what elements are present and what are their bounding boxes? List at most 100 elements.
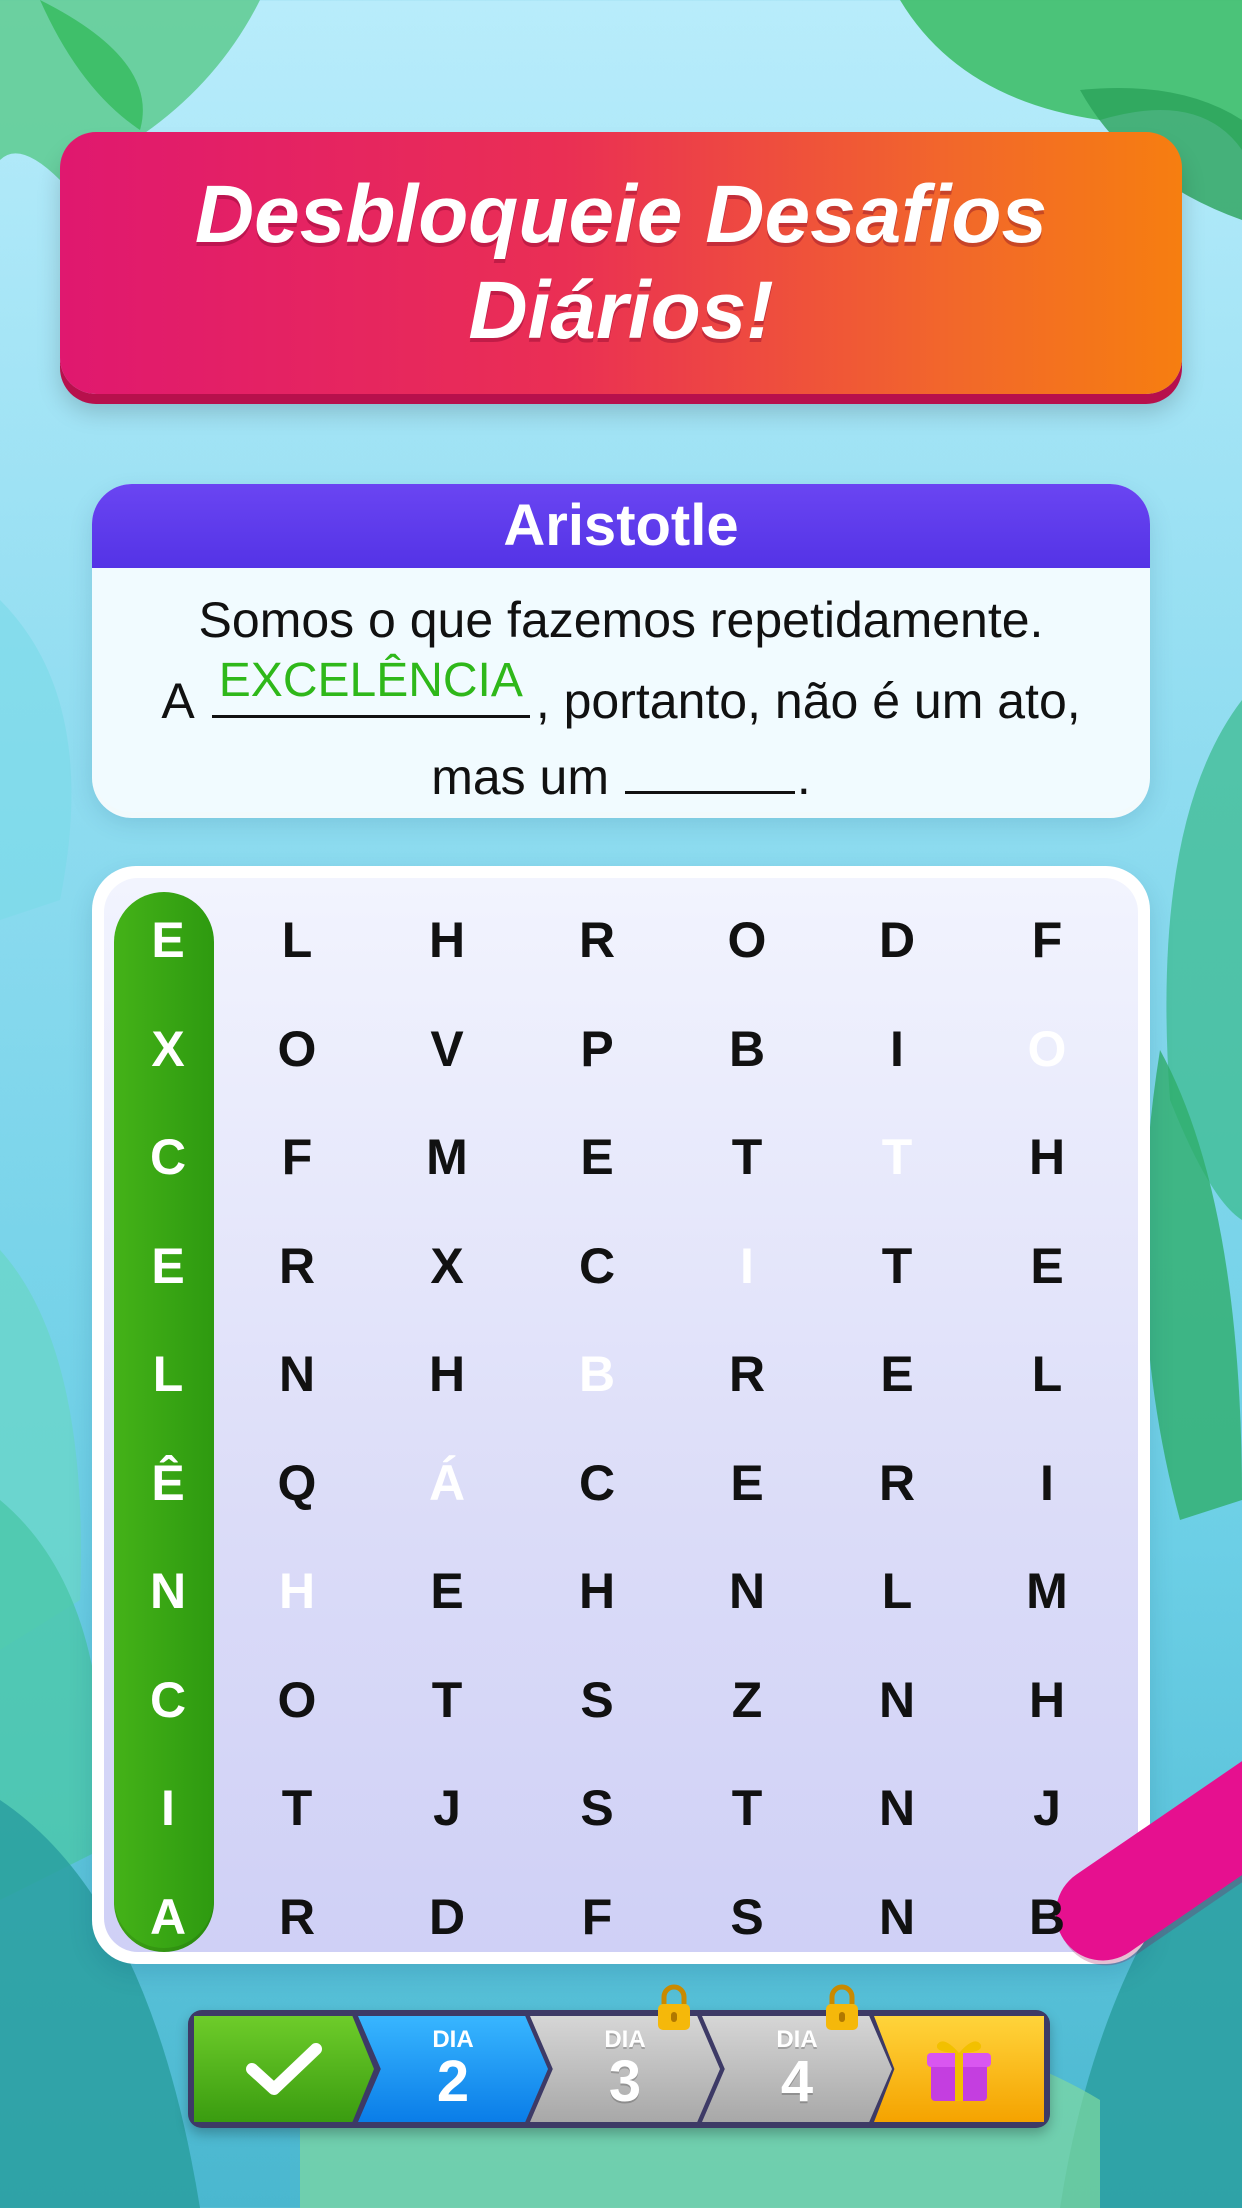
quote-line-1: Somos o que fazemos repetidamente. (198, 592, 1044, 648)
grid-letter-r0-c2[interactable]: H (372, 886, 522, 995)
grid-letter-r1-c4[interactable]: B (672, 995, 822, 1104)
grid-letter-r1-c1[interactable]: O (222, 995, 372, 1104)
grid-letter-r6-c5[interactable]: L (822, 1537, 972, 1646)
grid-letter-r1-c0[interactable]: X (114, 995, 222, 1104)
grid-letter-r8-c5[interactable]: N (822, 1754, 972, 1863)
grid-letter-r9-c5[interactable]: N (822, 1863, 972, 1972)
daily-challenge-banner: Desbloqueie Desafios Diários! (60, 132, 1182, 394)
grid-letter-r9-c6[interactable]: B (972, 1863, 1122, 1972)
day-number: 4 (780, 2049, 814, 2114)
grid-letter-r7-c0[interactable]: C (114, 1646, 222, 1755)
daily-progress-bar: DIA 2 DIA 3 DIA 4 (188, 2010, 1050, 2128)
grid-area[interactable]: ELHRODFXOVPBIOCFMETTHERXCITELNHBRELÊQÁCE… (104, 878, 1242, 1979)
grid-letter-r2-c1[interactable]: F (222, 1103, 372, 1212)
grid-letter-r8-c1[interactable]: T (222, 1754, 372, 1863)
grid-letter-r7-c6[interactable]: H (972, 1646, 1122, 1755)
grid-letter-r5-c2[interactable]: Á (372, 1429, 522, 1538)
grid-letter-r6-c1[interactable]: H (222, 1537, 372, 1646)
grid-letter-r0-c6[interactable]: F (972, 886, 1122, 995)
grid-letter-r9-c2[interactable]: D (372, 1863, 522, 1972)
quote-line-2: A EXCELÊNCIA, portanto, não é um ato, (92, 654, 1150, 739)
grid-letter-r0-c1[interactable]: L (222, 886, 372, 995)
grid-letter-r7-c4[interactable]: Z (672, 1646, 822, 1755)
lock-icon (658, 1984, 690, 2030)
grid-letter-r3-c4[interactable]: I (672, 1212, 822, 1321)
day-number: 3 (608, 2049, 642, 2114)
grid-letter-r6-c3[interactable]: H (522, 1537, 672, 1646)
grid-letter-r4-c0[interactable]: L (114, 1320, 222, 1429)
grid-letter-r3-c2[interactable]: X (372, 1212, 522, 1321)
quote-line-2-prefix: A (161, 673, 192, 729)
grid-letter-r4-c2[interactable]: H (372, 1320, 522, 1429)
grid-letter-r0-c0[interactable]: E (114, 886, 222, 995)
grid-letter-r8-c4[interactable]: T (672, 1754, 822, 1863)
grid-letter-r9-c3[interactable]: F (522, 1863, 672, 1972)
grid-letter-r1-c2[interactable]: V (372, 995, 522, 1104)
grid-letter-r9-c0[interactable]: A (114, 1863, 222, 1972)
grid-letter-r4-c4[interactable]: R (672, 1320, 822, 1429)
gift-icon (927, 2041, 991, 2101)
grid-letter-r8-c6[interactable]: J (972, 1754, 1122, 1863)
grid-letter-r2-c5[interactable]: T (822, 1103, 972, 1212)
empty-blank (624, 754, 795, 794)
grid-letter-r4-c3[interactable]: B (522, 1320, 672, 1429)
quote-line-3-prefix: mas um (431, 749, 609, 805)
quote-author: Aristotle (92, 484, 1150, 568)
grid-letter-r1-c6[interactable]: O (972, 995, 1122, 1104)
grid-letter-r7-c3[interactable]: S (522, 1646, 672, 1755)
lock-icon (826, 1984, 858, 2030)
grid-letter-r8-c2[interactable]: J (372, 1754, 522, 1863)
completed-day-step[interactable] (194, 2016, 374, 2122)
grid-letter-r2-c0[interactable]: C (114, 1103, 222, 1212)
day-2-step[interactable]: DIA 2 (358, 2016, 548, 2122)
grid-letter-r5-c1[interactable]: Q (222, 1429, 372, 1538)
grid-letter-r5-c4[interactable]: E (672, 1429, 822, 1538)
word-search-board: ELHRODFXOVPBIOCFMETTHERXCITELNHBRELÊQÁCE… (92, 866, 1242, 1979)
grid-letter-r5-c3[interactable]: C (522, 1429, 672, 1538)
grid-letter-r3-c0[interactable]: E (114, 1212, 222, 1321)
filled-blank: EXCELÊNCIA (211, 654, 530, 718)
grid-letter-r7-c1[interactable]: O (222, 1646, 372, 1755)
grid-letter-r5-c0[interactable]: Ê (114, 1429, 222, 1538)
grid-letter-r4-c6[interactable]: L (972, 1320, 1122, 1429)
day-number: 2 (436, 2049, 470, 2114)
grid-letter-r0-c5[interactable]: D (822, 886, 972, 995)
banner-title: Desbloqueie Desafios Diários! (194, 169, 1048, 356)
grid-letter-r1-c5[interactable]: I (822, 995, 972, 1104)
grid-letter-r3-c1[interactable]: R (222, 1212, 372, 1321)
quote-card: Aristotle Somos o que fazemos repetidame… (92, 484, 1150, 812)
grid-letter-r8-c0[interactable]: I (114, 1754, 222, 1863)
grid-letter-r4-c1[interactable]: N (222, 1320, 372, 1429)
grid-letter-r2-c3[interactable]: E (522, 1103, 672, 1212)
grid-letter-r3-c5[interactable]: T (822, 1212, 972, 1321)
grid-letter-r0-c4[interactable]: O (672, 886, 822, 995)
grid-letter-r7-c2[interactable]: T (372, 1646, 522, 1755)
checkmark-icon (246, 2043, 322, 2095)
quote-line-2-suffix: , portanto, não é um ato, (535, 673, 1081, 729)
found-answer: EXCELÊNCIA (218, 654, 523, 707)
grid-letter-r7-c5[interactable]: N (822, 1646, 972, 1755)
grid-letter-r2-c2[interactable]: M (372, 1103, 522, 1212)
grid-letter-r6-c0[interactable]: N (114, 1537, 222, 1646)
quote-text: Somos o que fazemos repetidamente. A EXC… (92, 568, 1150, 812)
grid-letter-r0-c3[interactable]: R (522, 886, 672, 995)
grid-letter-r2-c6[interactable]: H (972, 1103, 1122, 1212)
quote-line-3: mas um . (92, 739, 1150, 812)
grid-letter-r6-c2[interactable]: E (372, 1537, 522, 1646)
grid-letter-r8-c3[interactable]: S (522, 1754, 672, 1863)
letter-grid[interactable]: ELHRODFXOVPBIOCFMETTHERXCITELNHBRELÊQÁCE… (104, 878, 1138, 1952)
day-4-step[interactable]: DIA 4 (702, 2016, 892, 2122)
grid-letter-r6-c6[interactable]: M (972, 1537, 1122, 1646)
quote-line-3-suffix: . (796, 749, 811, 805)
grid-letter-r1-c3[interactable]: P (522, 995, 672, 1104)
grid-letter-r2-c4[interactable]: T (672, 1103, 822, 1212)
reward-step[interactable] (874, 2016, 1044, 2122)
grid-letter-r3-c6[interactable]: E (972, 1212, 1122, 1321)
grid-letter-r9-c4[interactable]: S (672, 1863, 822, 1972)
grid-letter-r3-c3[interactable]: C (522, 1212, 672, 1321)
grid-letter-r5-c5[interactable]: R (822, 1429, 972, 1538)
grid-letter-r9-c1[interactable]: R (222, 1863, 372, 1972)
grid-letter-r5-c6[interactable]: I (972, 1429, 1122, 1538)
grid-letter-r6-c4[interactable]: N (672, 1537, 822, 1646)
grid-letter-r4-c5[interactable]: E (822, 1320, 972, 1429)
